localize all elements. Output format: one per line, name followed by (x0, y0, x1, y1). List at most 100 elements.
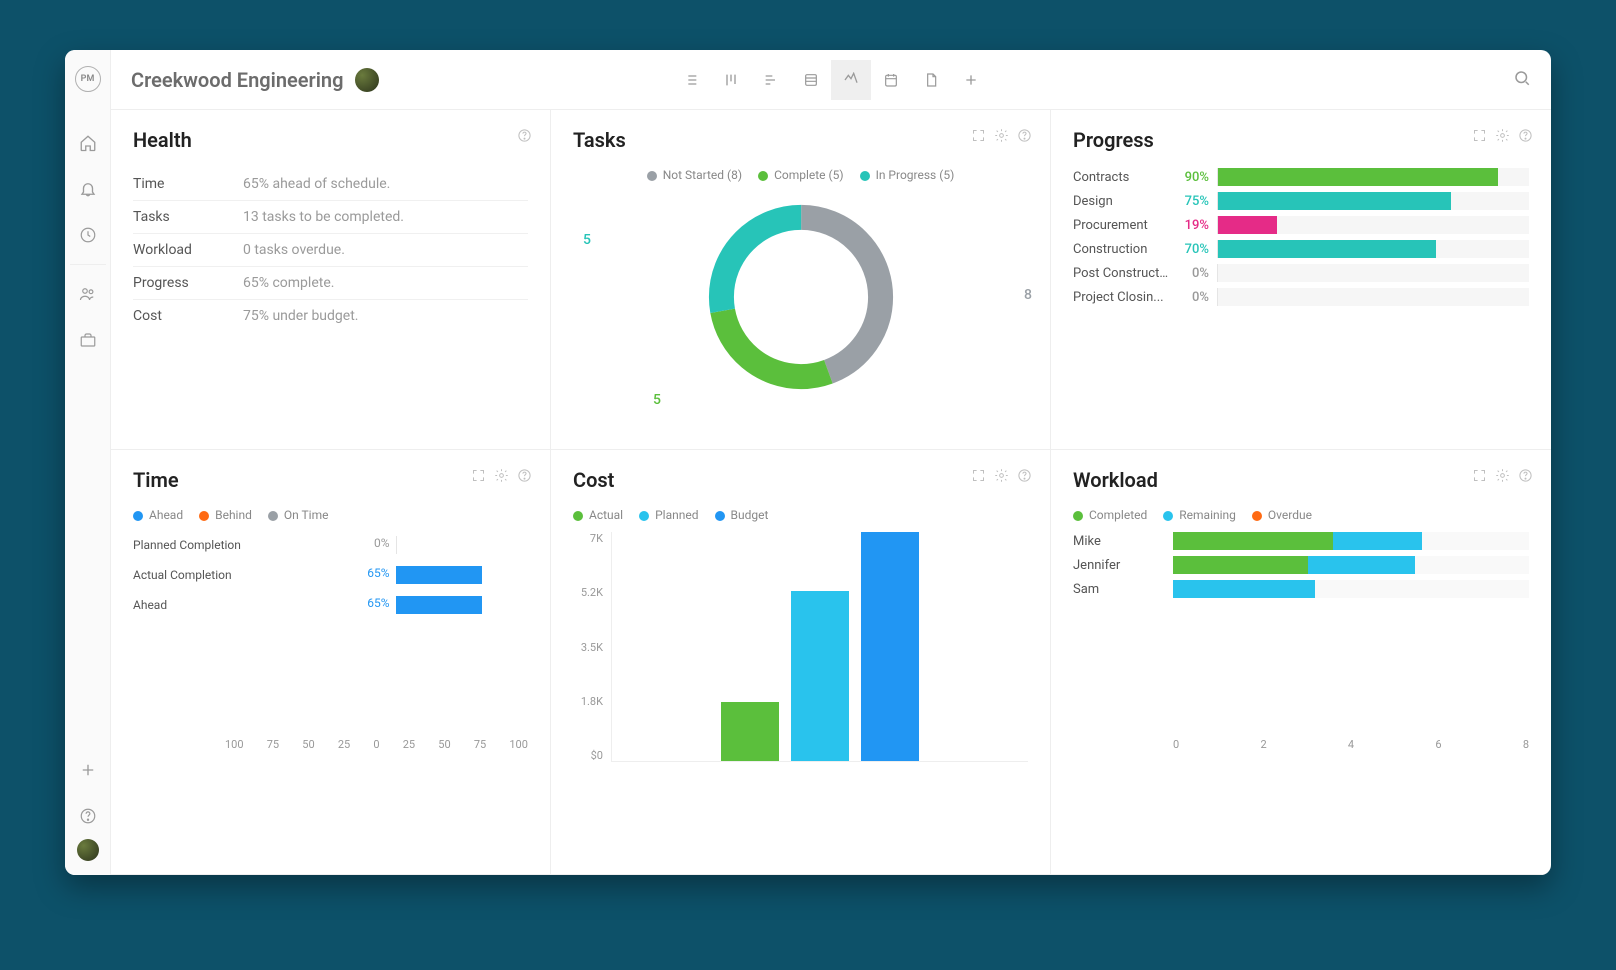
workload-seg (1173, 532, 1333, 550)
progress-label: Contracts (1073, 170, 1169, 185)
gear-icon[interactable] (1495, 468, 1510, 487)
gear-icon[interactable] (994, 468, 1009, 487)
help-icon[interactable] (1017, 128, 1032, 147)
gear-icon[interactable] (494, 468, 509, 487)
time-track: 0% (263, 536, 528, 554)
project-avatar[interactable] (355, 68, 379, 92)
gear-icon[interactable] (994, 128, 1009, 147)
cost-bar-budget (861, 532, 919, 761)
cost-bar-planned (791, 591, 849, 761)
progress-bar-fill (1218, 216, 1277, 234)
user-avatar-sidebar[interactable] (77, 839, 99, 861)
health-value: 0 tasks overdue. (243, 242, 345, 258)
progress-label: Design (1073, 194, 1169, 209)
expand-icon[interactable] (1472, 128, 1487, 147)
time-track: 65% (263, 596, 528, 614)
view-gantt-icon[interactable] (751, 60, 791, 100)
view-calendar-icon[interactable] (871, 60, 911, 100)
topbar: Creekwood Engineering (111, 50, 1551, 110)
time-pct: 65% (367, 566, 395, 580)
time-track: 65% (263, 566, 528, 584)
people-icon[interactable] (77, 283, 99, 305)
home-icon[interactable] (77, 132, 99, 154)
time-row: Actual Completion 65% (133, 562, 528, 588)
help-icon[interactable] (1518, 468, 1533, 487)
time-pct: 65% (367, 596, 395, 610)
progress-pct: 90% (1169, 170, 1209, 185)
help-icon[interactable] (1518, 128, 1533, 147)
workload-seg (1333, 532, 1422, 550)
legend-dot-icon (639, 511, 649, 521)
main: Creekwood Engineering Health (111, 50, 1551, 875)
legend-item[interactable]: Ahead (133, 508, 183, 522)
card-title: Cost (573, 468, 1028, 492)
legend-item[interactable]: On Time (268, 508, 329, 522)
legend-item[interactable]: Complete (5) (758, 168, 844, 182)
axis-tick: 1.8K (573, 695, 603, 708)
time-fill (396, 566, 482, 584)
axis-tick: 6 (1435, 738, 1441, 751)
legend-item[interactable]: In Progress (5) (860, 168, 955, 182)
add-icon[interactable] (77, 759, 99, 781)
legend-item[interactable]: Actual (573, 508, 623, 522)
legend-item[interactable]: Completed (1073, 508, 1147, 522)
progress-label: Project Closin... (1073, 290, 1169, 305)
progress-bar-track (1217, 264, 1529, 282)
view-board-icon[interactable] (711, 60, 751, 100)
view-table-icon[interactable] (791, 60, 831, 100)
view-dashboard-icon[interactable] (831, 60, 871, 100)
health-key: Progress (133, 275, 243, 291)
view-file-icon[interactable] (911, 60, 951, 100)
expand-icon[interactable] (971, 128, 986, 147)
bell-icon[interactable] (77, 178, 99, 200)
health-key: Tasks (133, 209, 243, 225)
axis-tick: 8 (1523, 738, 1529, 751)
legend-item[interactable]: Planned (639, 508, 698, 522)
axis-tick: 100 (509, 738, 528, 751)
progress-pct: 70% (1169, 242, 1209, 257)
legend-item[interactable]: Remaining (1163, 508, 1236, 522)
progress-bar-track (1217, 216, 1529, 234)
view-tabs (671, 60, 991, 100)
axis-tick: 5.2K (573, 586, 603, 599)
axis-tick: 75 (474, 738, 486, 751)
expand-icon[interactable] (971, 468, 986, 487)
clock-icon[interactable] (77, 224, 99, 246)
gear-icon[interactable] (1495, 128, 1510, 147)
health-value: 13 tasks to be completed. (243, 209, 404, 225)
briefcase-icon[interactable] (77, 329, 99, 351)
workload-row: Mike (1073, 532, 1529, 550)
progress-bar-track (1217, 168, 1529, 186)
legend-item[interactable]: Budget (715, 508, 769, 522)
help-icon[interactable] (1017, 468, 1032, 487)
help-icon[interactable] (77, 805, 99, 827)
progress-row: Post Constructi... 0% (1073, 264, 1529, 282)
axis-tick: 4 (1348, 738, 1354, 751)
help-icon[interactable] (517, 468, 532, 487)
legend-item[interactable]: Overdue (1252, 508, 1312, 522)
expand-icon[interactable] (471, 468, 486, 487)
view-add-icon[interactable] (951, 60, 991, 100)
search-icon[interactable] (1513, 69, 1531, 91)
legend-dot-icon (1073, 511, 1083, 521)
legend-dot-icon (1163, 511, 1173, 521)
axis-tick: 75 (267, 738, 279, 751)
progress-label: Post Constructi... (1073, 266, 1169, 281)
expand-icon[interactable] (1472, 468, 1487, 487)
card-cost: Cost ActualPlannedBudget 7K5.2K3.5K1.8K$… (551, 450, 1051, 875)
legend-item[interactable]: Behind (199, 508, 252, 522)
legend-dot-icon (758, 171, 768, 181)
progress-row: Contracts 90% (1073, 168, 1529, 186)
legend-item[interactable]: Not Started (8) (647, 168, 742, 182)
logo[interactable]: PM (75, 66, 101, 92)
view-list-icon[interactable] (671, 60, 711, 100)
legend-dot-icon (133, 511, 143, 521)
help-icon[interactable] (517, 128, 532, 147)
axis-tick: $0 (573, 749, 603, 762)
sidebar: PM (65, 50, 111, 875)
legend-dot-icon (268, 511, 278, 521)
axis-tick: 2 (1260, 738, 1266, 751)
progress-row: Project Closin... 0% (1073, 288, 1529, 306)
workload-track (1173, 556, 1529, 574)
legend-dot-icon (647, 171, 657, 181)
